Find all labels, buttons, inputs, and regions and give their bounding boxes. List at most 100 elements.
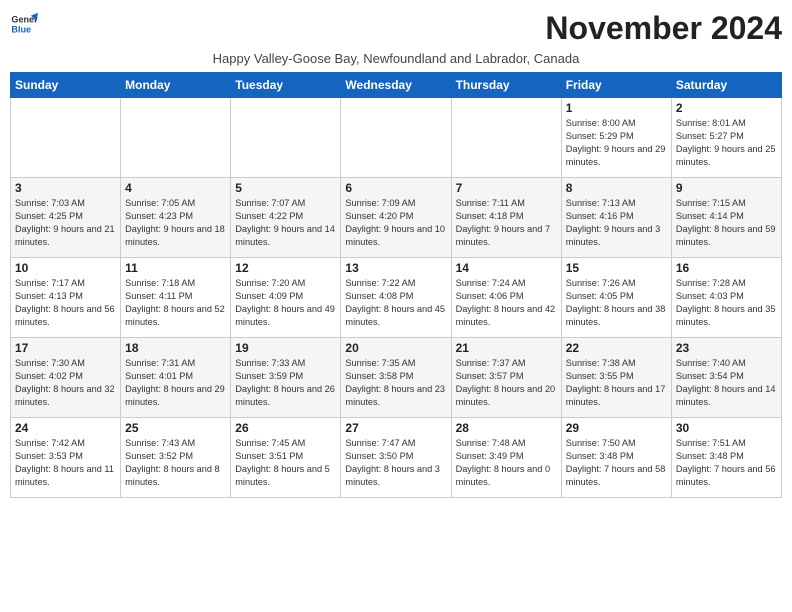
day-info: Sunrise: 7:05 AMSunset: 4:23 PMDaylight:…: [125, 197, 226, 249]
day-info: Sunrise: 7:37 AMSunset: 3:57 PMDaylight:…: [456, 357, 557, 409]
calendar-cell: 19 Sunrise: 7:33 AMSunset: 3:59 PMDayligh…: [231, 338, 341, 418]
dow-header-thursday: Thursday: [451, 73, 561, 98]
calendar-cell: 6 Sunrise: 7:09 AMSunset: 4:20 PMDaylight…: [341, 178, 451, 258]
calendar-cell: 8 Sunrise: 7:13 AMSunset: 4:16 PMDaylight…: [561, 178, 671, 258]
day-info: Sunrise: 7:43 AMSunset: 3:52 PMDaylight:…: [125, 437, 226, 489]
calendar-cell: 27 Sunrise: 7:47 AMSunset: 3:50 PMDayligh…: [341, 418, 451, 498]
logo-icon: General Blue: [10, 10, 38, 38]
day-number: 18: [125, 341, 226, 355]
day-number: 29: [566, 421, 667, 435]
day-number: 6: [345, 181, 446, 195]
day-number: 28: [456, 421, 557, 435]
calendar-cell: [121, 98, 231, 178]
calendar-cell: 15 Sunrise: 7:26 AMSunset: 4:05 PMDayligh…: [561, 258, 671, 338]
day-number: 17: [15, 341, 116, 355]
day-number: 15: [566, 261, 667, 275]
day-info: Sunrise: 7:31 AMSunset: 4:01 PMDaylight:…: [125, 357, 226, 409]
dow-header-saturday: Saturday: [671, 73, 781, 98]
day-number: 21: [456, 341, 557, 355]
day-info: Sunrise: 7:09 AMSunset: 4:20 PMDaylight:…: [345, 197, 446, 249]
calendar-cell: 25 Sunrise: 7:43 AMSunset: 3:52 PMDayligh…: [121, 418, 231, 498]
day-info: Sunrise: 7:42 AMSunset: 3:53 PMDaylight:…: [15, 437, 116, 489]
day-info: Sunrise: 7:17 AMSunset: 4:13 PMDaylight:…: [15, 277, 116, 329]
day-info: Sunrise: 7:13 AMSunset: 4:16 PMDaylight:…: [566, 197, 667, 249]
calendar-cell: 14 Sunrise: 7:24 AMSunset: 4:06 PMDayligh…: [451, 258, 561, 338]
page-header: General Blue November 2024: [10, 10, 782, 47]
dow-header-wednesday: Wednesday: [341, 73, 451, 98]
calendar-cell: 10Sunrise: 7:17 AMSunset: 4:13 PMDayligh…: [11, 258, 121, 338]
day-info: Sunrise: 7:11 AMSunset: 4:18 PMDaylight:…: [456, 197, 557, 249]
calendar-cell: 20 Sunrise: 7:35 AMSunset: 3:58 PMDayligh…: [341, 338, 451, 418]
day-number: 27: [345, 421, 446, 435]
calendar-cell: 17 Sunrise: 7:30 AMSunset: 4:02 PMDayligh…: [11, 338, 121, 418]
day-info: Sunrise: 7:30 AMSunset: 4:02 PMDaylight:…: [15, 357, 116, 409]
dow-header-tuesday: Tuesday: [231, 73, 341, 98]
day-info: Sunrise: 7:47 AMSunset: 3:50 PMDaylight:…: [345, 437, 446, 489]
calendar-cell: 23Sunrise: 7:40 AMSunset: 3:54 PMDayligh…: [671, 338, 781, 418]
calendar-cell: 9Sunrise: 7:15 AMSunset: 4:14 PMDaylight…: [671, 178, 781, 258]
day-number: 22: [566, 341, 667, 355]
calendar-cell: 4 Sunrise: 7:05 AMSunset: 4:23 PMDaylight…: [121, 178, 231, 258]
day-info: Sunrise: 7:22 AMSunset: 4:08 PMDaylight:…: [345, 277, 446, 329]
day-info: Sunrise: 8:00 AMSunset: 5:29 PMDaylight:…: [566, 117, 667, 169]
day-info: Sunrise: 7:24 AMSunset: 4:06 PMDaylight:…: [456, 277, 557, 329]
calendar-cell: [451, 98, 561, 178]
day-info: Sunrise: 7:33 AMSunset: 3:59 PMDaylight:…: [235, 357, 336, 409]
day-number: 11: [125, 261, 226, 275]
calendar-cell: 12 Sunrise: 7:20 AMSunset: 4:09 PMDayligh…: [231, 258, 341, 338]
day-info: Sunrise: 7:45 AMSunset: 3:51 PMDaylight:…: [235, 437, 336, 489]
day-number: 19: [235, 341, 336, 355]
svg-text:Blue: Blue: [11, 24, 31, 34]
day-info: Sunrise: 7:18 AMSunset: 4:11 PMDaylight:…: [125, 277, 226, 329]
dow-header-sunday: Sunday: [11, 73, 121, 98]
day-number: 5: [235, 181, 336, 195]
day-number: 14: [456, 261, 557, 275]
calendar-cell: 22 Sunrise: 7:38 AMSunset: 3:55 PMDayligh…: [561, 338, 671, 418]
day-info: Sunrise: 7:26 AMSunset: 4:05 PMDaylight:…: [566, 277, 667, 329]
day-info: Sunrise: 7:48 AMSunset: 3:49 PMDaylight:…: [456, 437, 557, 489]
day-info: Sunrise: 7:03 AMSunset: 4:25 PMDaylight:…: [15, 197, 116, 249]
calendar-cell: 11 Sunrise: 7:18 AMSunset: 4:11 PMDayligh…: [121, 258, 231, 338]
calendar-cell: 13 Sunrise: 7:22 AMSunset: 4:08 PMDayligh…: [341, 258, 451, 338]
calendar-cell: 29Sunrise: 7:50 AMSunset: 3:48 PMDayligh…: [561, 418, 671, 498]
day-number: 3: [15, 181, 116, 195]
day-info: Sunrise: 8:01 AMSunset: 5:27 PMDaylight:…: [676, 117, 777, 169]
calendar-cell: 7 Sunrise: 7:11 AMSunset: 4:18 PMDaylight…: [451, 178, 561, 258]
calendar-cell: 18 Sunrise: 7:31 AMSunset: 4:01 PMDayligh…: [121, 338, 231, 418]
day-number: 13: [345, 261, 446, 275]
day-number: 4: [125, 181, 226, 195]
calendar-cell: 28 Sunrise: 7:48 AMSunset: 3:49 PMDayligh…: [451, 418, 561, 498]
calendar-cell: 2 Sunrise: 8:01 AMSunset: 5:27 PMDaylight…: [671, 98, 781, 178]
day-number: 30: [676, 421, 777, 435]
day-number: 26: [235, 421, 336, 435]
day-number: 12: [235, 261, 336, 275]
day-number: 20: [345, 341, 446, 355]
calendar-cell: 3 Sunrise: 7:03 AMSunset: 4:25 PMDaylight…: [11, 178, 121, 258]
day-info: Sunrise: 7:20 AMSunset: 4:09 PMDaylight:…: [235, 277, 336, 329]
calendar-cell: [231, 98, 341, 178]
day-number: 7: [456, 181, 557, 195]
calendar-cell: 5 Sunrise: 7:07 AMSunset: 4:22 PMDaylight…: [231, 178, 341, 258]
location-subtitle: Happy Valley-Goose Bay, Newfoundland and…: [10, 51, 782, 66]
day-info: Sunrise: 7:38 AMSunset: 3:55 PMDaylight:…: [566, 357, 667, 409]
calendar-cell: 24 Sunrise: 7:42 AMSunset: 3:53 PMDayligh…: [11, 418, 121, 498]
day-number: 2: [676, 101, 777, 115]
day-info: Sunrise: 7:28 AMSunset: 4:03 PMDaylight:…: [676, 277, 777, 329]
calendar-cell: [341, 98, 451, 178]
calendar-cell: 16 Sunrise: 7:28 AMSunset: 4:03 PMDayligh…: [671, 258, 781, 338]
calendar-cell: [11, 98, 121, 178]
day-number: 9: [676, 181, 777, 195]
dow-header-friday: Friday: [561, 73, 671, 98]
calendar-table: SundayMondayTuesdayWednesdayThursdayFrid…: [10, 72, 782, 498]
day-number: 16: [676, 261, 777, 275]
day-info: Sunrise: 7:40 AMSunset: 3:54 PMDaylight:…: [676, 357, 777, 409]
day-info: Sunrise: 7:51 AMSunset: 3:48 PMDaylight:…: [676, 437, 777, 489]
day-number: 25: [125, 421, 226, 435]
day-info: Sunrise: 7:35 AMSunset: 3:58 PMDaylight:…: [345, 357, 446, 409]
day-number: 24: [15, 421, 116, 435]
dow-header-monday: Monday: [121, 73, 231, 98]
day-number: 8: [566, 181, 667, 195]
logo: General Blue: [10, 10, 38, 38]
day-info: Sunrise: 7:07 AMSunset: 4:22 PMDaylight:…: [235, 197, 336, 249]
day-number: 1: [566, 101, 667, 115]
